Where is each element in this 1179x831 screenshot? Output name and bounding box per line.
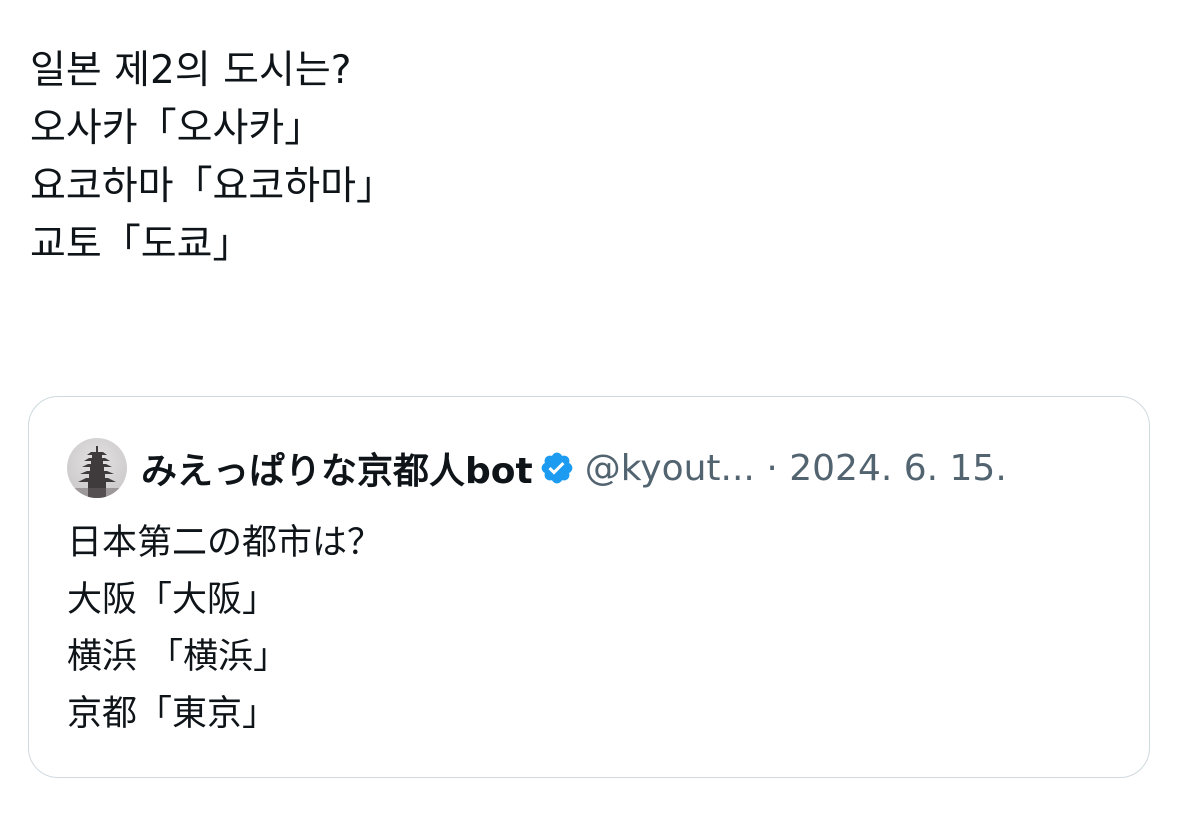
quoted-tweet-meta: @kyout... · 2024. 6. 15. [585, 448, 1007, 489]
tweet-line: 요코하마「요코하마」 [30, 164, 396, 209]
pagoda-avatar-icon[interactable] [67, 438, 127, 498]
quoted-date[interactable]: 2024. 6. 15. [789, 448, 1007, 489]
quoted-tweet-line: 横浜 「横浜」 [67, 637, 289, 677]
meta-separator: · [766, 447, 778, 489]
quoted-display-name[interactable]: みえっぱりな京都人bot [141, 442, 533, 494]
quoted-tweet-header: みえっぱりな京都人bot @kyout... · 2024. 6. 15. [67, 437, 1007, 499]
tweet-line: 교토「도쿄」 [30, 222, 252, 267]
tweet-line: 일본 제2의 도시는? [30, 48, 352, 93]
quoted-tweet-line: 京都「東京」 [67, 694, 278, 734]
tweet-line: 오사카「오사카」 [30, 106, 324, 151]
quoted-handle[interactable]: @kyout... [585, 448, 755, 489]
quoted-tweet-line: 大阪「大阪」 [67, 580, 278, 620]
quoted-tweet-text: 日本第二の都市は？ 大阪「大阪」 横浜 「横浜」 京都「東京」 [67, 515, 382, 743]
tweet-text: 일본 제2의 도시는? 오사카「오사카」 요코하마「요코하마」 교토「도쿄」 [30, 42, 395, 274]
quoted-tweet-line: 日本第二の都市は？ [67, 523, 383, 563]
verified-badge-icon [539, 450, 575, 486]
quoted-tweet-card[interactable]: みえっぱりな京都人bot @kyout... · 2024. 6. 15. 日本… [28, 396, 1150, 778]
